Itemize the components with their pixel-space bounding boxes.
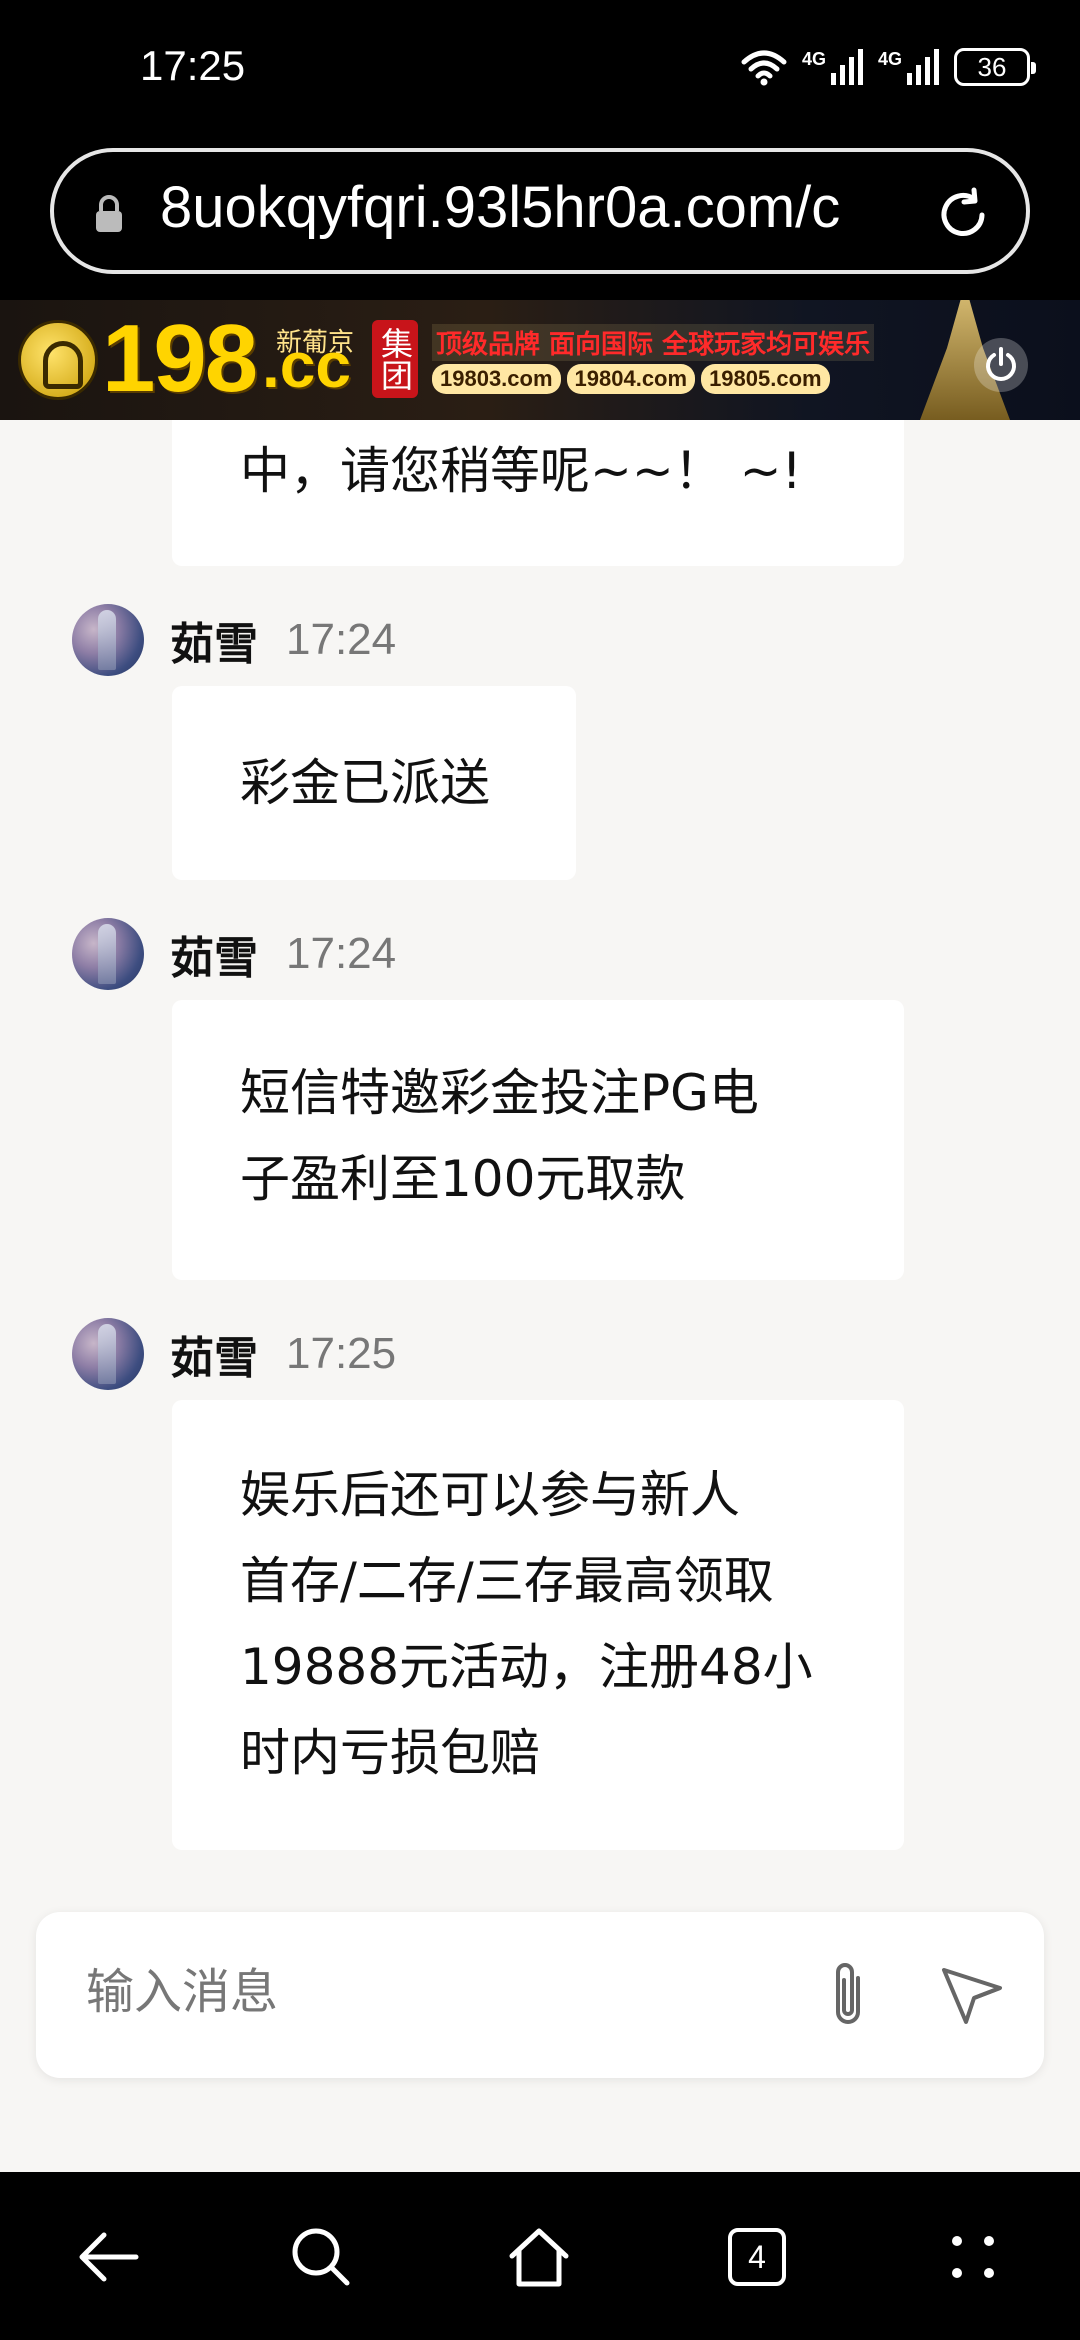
status-bar: 17:25 4G 4G 36	[0, 0, 1080, 140]
message-header: 茹雪 17:24	[72, 918, 396, 990]
signal-1: 4G	[802, 49, 864, 85]
search-button[interactable]	[276, 2212, 366, 2302]
more-dots-icon	[952, 2236, 994, 2278]
message-line: 彩金已派送	[240, 754, 490, 812]
wifi-icon	[741, 50, 787, 86]
avatar[interactable]	[72, 1318, 144, 1390]
avatar[interactable]	[72, 604, 144, 676]
brand-logo-icon	[18, 320, 98, 400]
message-line: 短信特邀彩金投注PG电	[240, 1064, 759, 1122]
chat-message-list[interactable]: 中，请您稍等呢~~！ ~! 茹雪 17:24 彩金已派送 茹雪 17:24 短信…	[0, 420, 1080, 2172]
avatar[interactable]	[72, 918, 144, 990]
message-input[interactable]	[86, 1952, 786, 2032]
menu-button[interactable]	[928, 2212, 1018, 2302]
message-line: 子盈利至100元取款	[240, 1150, 686, 1208]
paperclip-icon[interactable]	[818, 1956, 878, 2036]
url-text[interactable]: 8uokqyfqri.93l5hr0a.com/c	[160, 174, 940, 241]
sender-name: 茹雪	[170, 1333, 258, 1384]
back-arrow-icon	[79, 2232, 139, 2282]
send-icon[interactable]	[936, 1958, 1008, 2030]
message-line: 时内亏损包赔	[240, 1724, 540, 1782]
message-line: 中，请您稍等呢~~！ ~!	[240, 442, 802, 500]
message-time: 17:24	[286, 615, 397, 664]
ad-banner[interactable]: 198 新葡京 .cc 集团 顶级品牌 面向国际 全球玩家均可娱乐 19803.…	[0, 300, 1080, 420]
message-composer	[36, 1912, 1044, 2078]
back-button[interactable]	[62, 2212, 152, 2302]
message-header: 茹雪 17:24	[72, 604, 396, 676]
status-time: 17:25	[140, 42, 246, 89]
message-bubble: 短信特邀彩金投注PG电 子盈利至100元取款	[172, 1000, 904, 1280]
signal-bars-icon	[830, 49, 863, 85]
signal-bars-icon	[907, 49, 939, 85]
ad-domain: 19805.com	[701, 364, 830, 394]
lock-icon	[96, 195, 122, 232]
ad-close-power-icon[interactable]	[974, 338, 1028, 392]
network-type-2: 4G	[877, 49, 902, 69]
tabs-button[interactable]: 4	[712, 2212, 802, 2302]
message-line: 首存/二存/三存最高领取	[240, 1552, 774, 1610]
ad-slogan: 顶级品牌 面向国际 全球玩家均可娱乐	[432, 324, 875, 361]
ad-brand-number: 198	[102, 305, 258, 412]
status-icons: 4G 4G 36	[740, 46, 1036, 88]
battery-indicator: 36	[954, 48, 1036, 86]
ad-domain-list: 19803.com 19804.com 19805.com	[432, 364, 830, 394]
ad-domain: 19803.com	[432, 364, 561, 394]
network-type-1: 4G	[801, 49, 826, 69]
sender-name: 茹雪	[170, 619, 258, 670]
address-bar[interactable]: 8uokqyfqri.93l5hr0a.com/c	[50, 148, 1030, 274]
browser-nav-bar: 4	[0, 2172, 1080, 2340]
ad-brand-suffix: .cc	[262, 329, 351, 401]
message-time: 17:25	[286, 1329, 397, 1378]
message-line: 19888元活动，注册48小	[240, 1638, 813, 1696]
home-button[interactable]	[494, 2212, 584, 2302]
message-line: 娱乐后还可以参与新人	[240, 1466, 740, 1524]
ad-group-badge: 集团	[372, 320, 418, 398]
tab-count: 4	[728, 2228, 786, 2286]
message-bubble: 娱乐后还可以参与新人 首存/二存/三存最高领取 19888元活动，注册48小 时…	[172, 1400, 904, 1850]
signal-2: 4G	[878, 49, 940, 85]
ad-domain: 19804.com	[566, 364, 696, 394]
message-header: 茹雪 17:25	[72, 1318, 396, 1390]
message-bubble: 中，请您稍等呢~~！ ~!	[172, 420, 904, 566]
message-time: 17:24	[286, 929, 397, 978]
sender-name: 茹雪	[170, 933, 258, 984]
message-bubble: 彩金已派送	[172, 686, 576, 880]
home-icon	[509, 2228, 569, 2287]
reload-icon[interactable]	[934, 186, 992, 244]
search-icon	[292, 2228, 350, 2286]
